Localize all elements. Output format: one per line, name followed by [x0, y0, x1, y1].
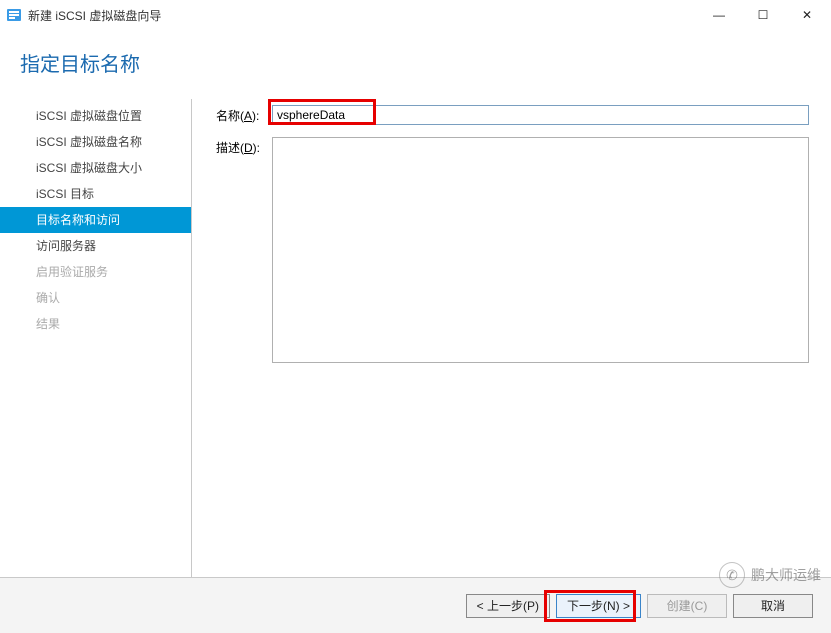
- name-row: 名称(A):: [216, 105, 809, 125]
- wizard-footer: < 上一步(P) 下一步(N) > 创建(C) 取消: [0, 577, 831, 633]
- window-title: 新建 iSCSI 虚拟磁盘向导: [28, 7, 697, 24]
- description-row: 描述(D):: [216, 137, 809, 363]
- wizard-step-1[interactable]: iSCSI 虚拟磁盘名称: [0, 129, 191, 155]
- description-textarea[interactable]: [272, 137, 809, 363]
- maximize-button[interactable]: ☐: [741, 1, 785, 29]
- main-row: iSCSI 虚拟磁盘位置iSCSI 虚拟磁盘名称iSCSI 虚拟磁盘大小iSCS…: [0, 99, 831, 577]
- name-label: 名称(A):: [216, 105, 272, 124]
- wizard-step-4[interactable]: 目标名称和访问: [0, 207, 191, 233]
- close-button[interactable]: ✕: [785, 1, 829, 29]
- wizard-step-6: 启用验证服务: [0, 259, 191, 285]
- wizard-step-5[interactable]: 访问服务器: [0, 233, 191, 259]
- description-label: 描述(D):: [216, 137, 272, 156]
- wizard-content: 名称(A): 描述(D):: [192, 99, 831, 577]
- minimize-button[interactable]: —: [697, 1, 741, 29]
- previous-button[interactable]: < 上一步(P): [466, 594, 550, 618]
- wizard-step-7: 确认: [0, 285, 191, 311]
- wizard-step-3[interactable]: iSCSI 目标: [0, 181, 191, 207]
- wizard-body: 指定目标名称 iSCSI 虚拟磁盘位置iSCSI 虚拟磁盘名称iSCSI 虚拟磁…: [0, 30, 831, 577]
- app-icon: [6, 7, 22, 23]
- cancel-button[interactable]: 取消: [733, 594, 813, 618]
- name-input[interactable]: [272, 105, 809, 125]
- wizard-step-2[interactable]: iSCSI 虚拟磁盘大小: [0, 155, 191, 181]
- next-button[interactable]: 下一步(N) >: [556, 594, 641, 618]
- create-button: 创建(C): [647, 594, 727, 618]
- wizard-step-0[interactable]: iSCSI 虚拟磁盘位置: [0, 103, 191, 129]
- wizard-step-8: 结果: [0, 311, 191, 337]
- wizard-steps-sidebar: iSCSI 虚拟磁盘位置iSCSI 虚拟磁盘名称iSCSI 虚拟磁盘大小iSCS…: [0, 99, 192, 577]
- window-controls: — ☐ ✕: [697, 1, 829, 29]
- titlebar: 新建 iSCSI 虚拟磁盘向导 — ☐ ✕: [0, 0, 831, 30]
- page-heading: 指定目标名称: [0, 30, 831, 99]
